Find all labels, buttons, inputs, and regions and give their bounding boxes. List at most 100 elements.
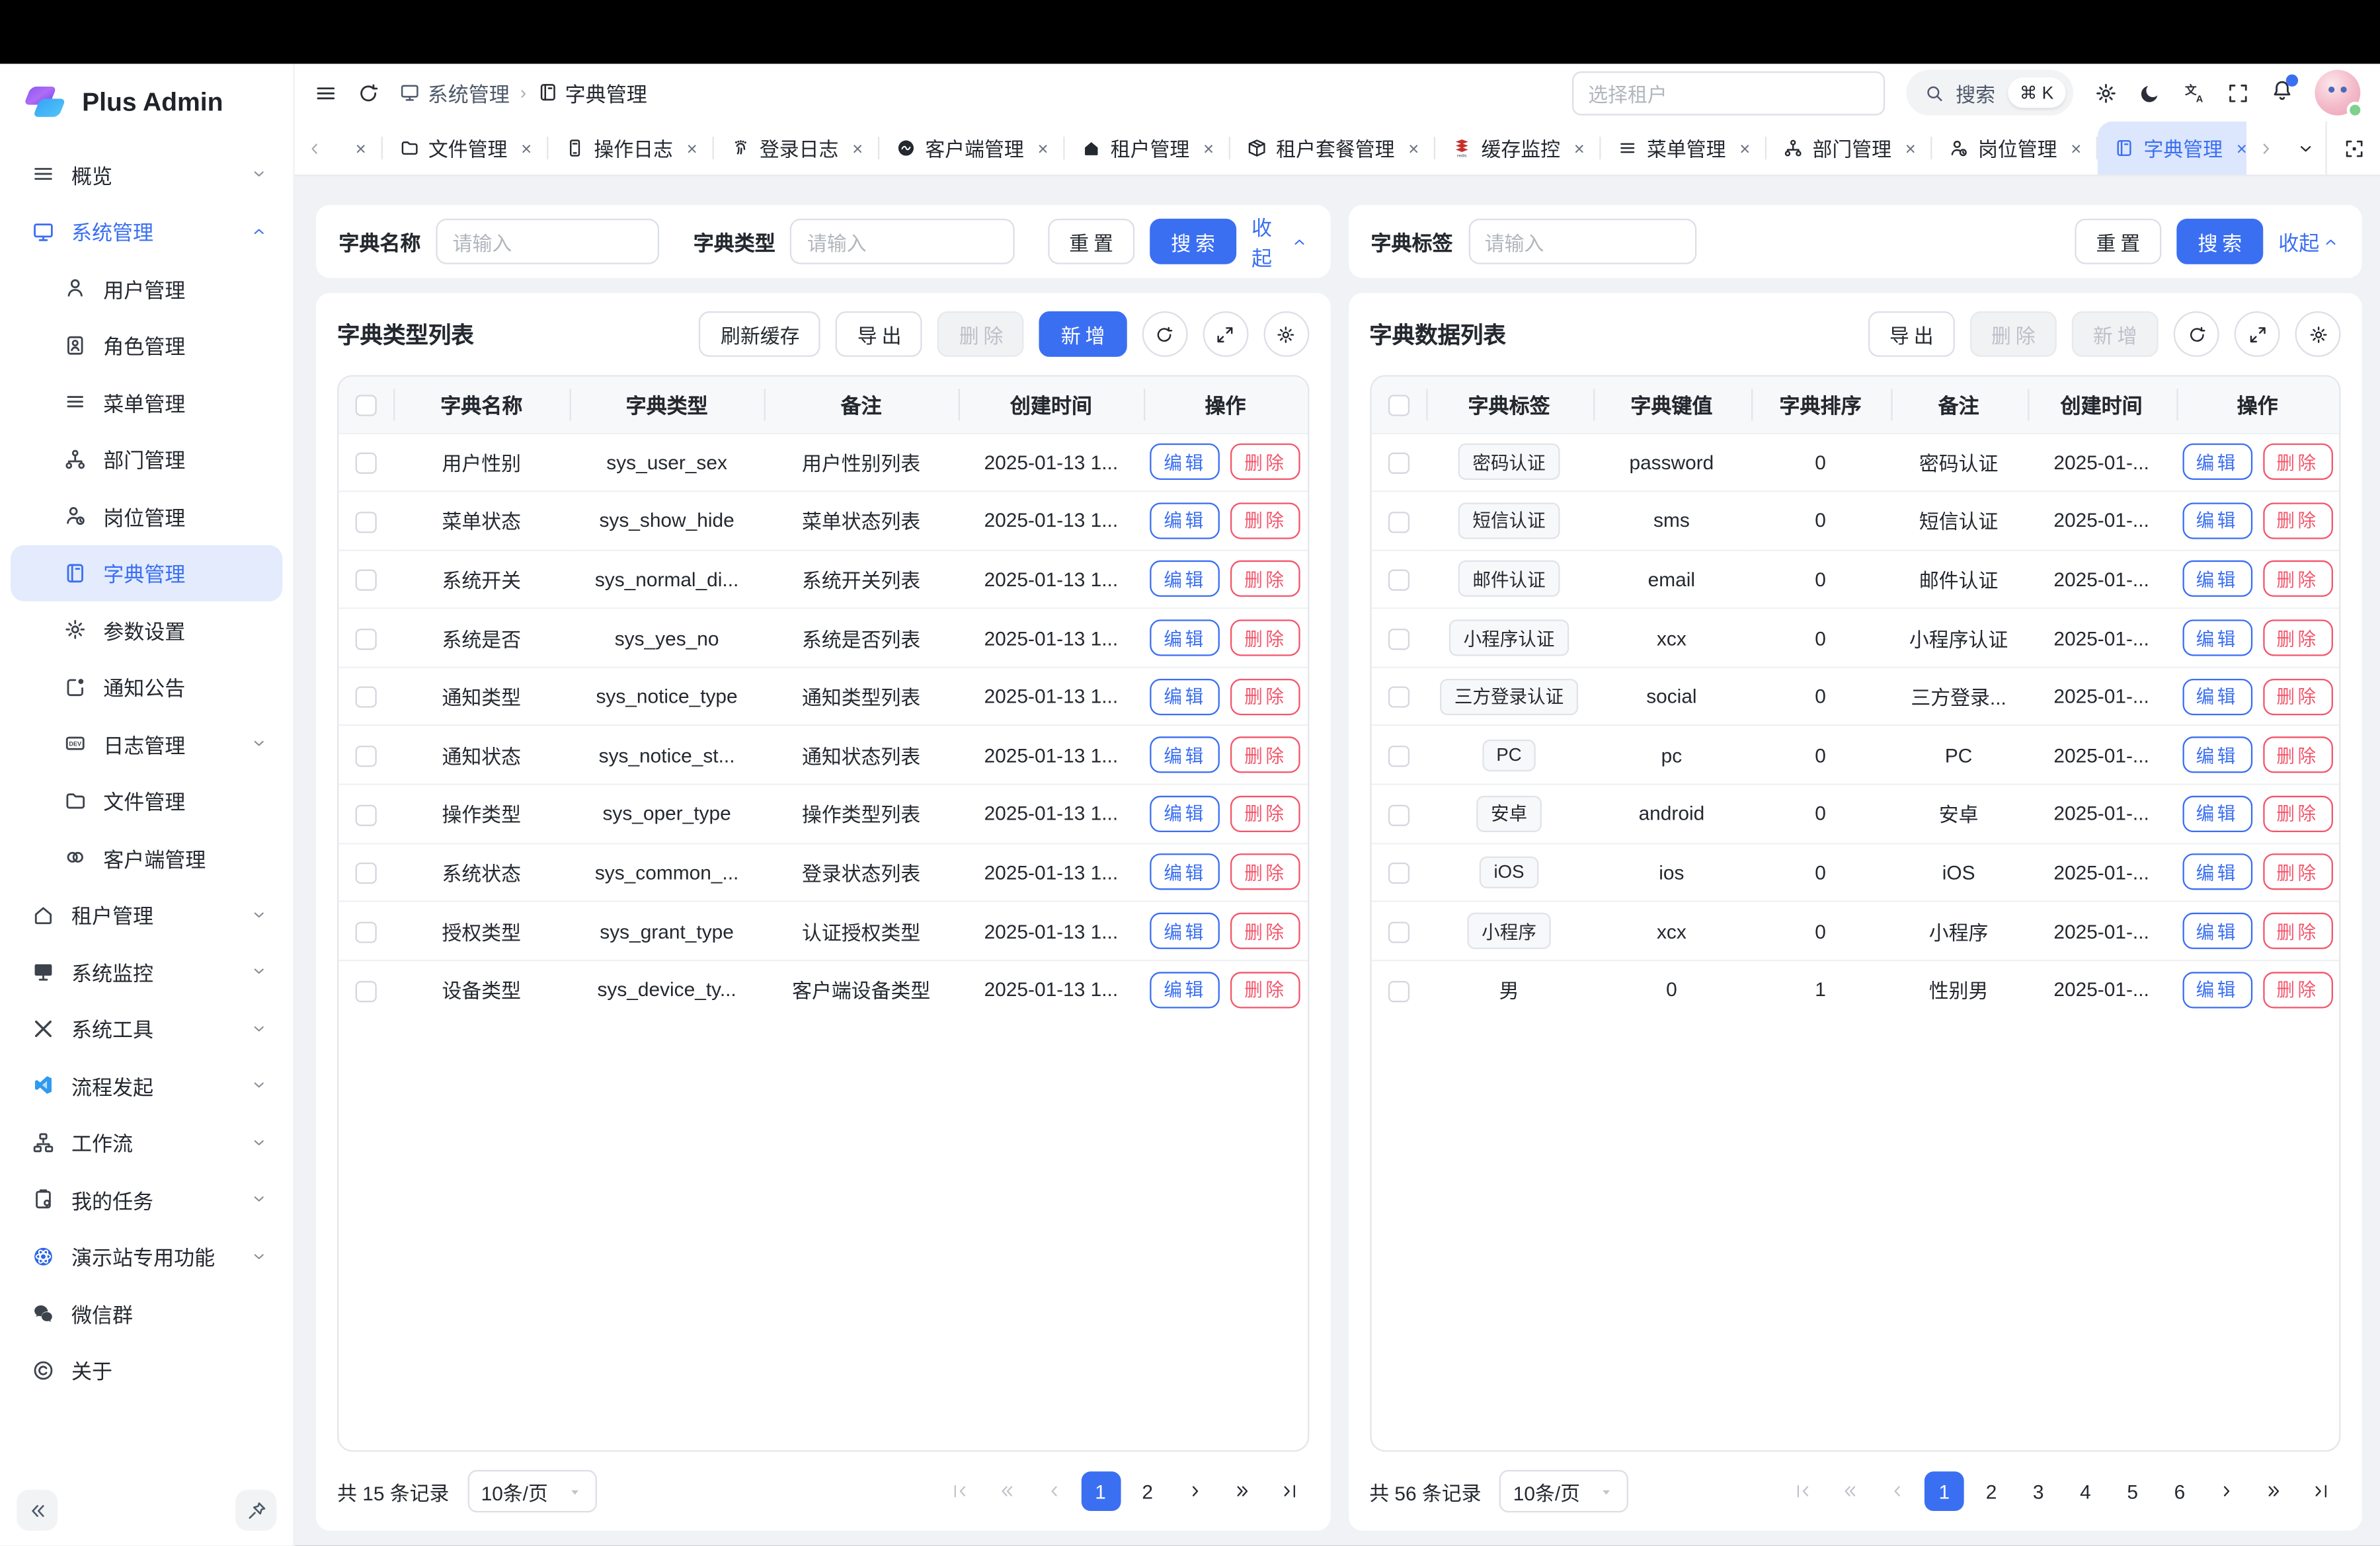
tab-close-icon[interactable]: × [1739, 137, 1750, 159]
tab-close-icon[interactable]: × [1203, 137, 1214, 159]
tenant-select-input[interactable]: 选择租户 [1571, 71, 1884, 115]
sidebar-item-dict-mgmt[interactable]: 字典管理 [11, 545, 282, 601]
page-next-button[interactable] [2207, 1471, 2246, 1511]
sidebar-item-param-settings[interactable]: 参数设置 [11, 601, 282, 658]
refresh-page-icon[interactable] [357, 81, 379, 104]
filter-input[interactable]: 请输入 [436, 219, 660, 264]
delete-button[interactable]: 删除 [2263, 620, 2333, 656]
sidebar-item-notice[interactable]: 通知公告 [11, 658, 282, 715]
page-next-button[interactable] [1175, 1471, 1214, 1511]
row-checkbox[interactable] [356, 687, 377, 709]
collapse-link[interactable]: 收起 [1251, 211, 1307, 272]
edit-button[interactable]: 编辑 [2182, 444, 2252, 481]
toolbar-button-刷新缓存[interactable]: 刷新缓存 [699, 311, 821, 357]
delete-button[interactable]: 删除 [1231, 854, 1301, 890]
edit-button[interactable]: 编辑 [2182, 678, 2252, 715]
tabs-dropdown-button[interactable] [2286, 122, 2326, 174]
row-checkbox[interactable] [1388, 863, 1409, 884]
edit-button[interactable]: 编辑 [2182, 561, 2252, 598]
delete-button[interactable]: 删除 [1231, 913, 1301, 949]
delete-button[interactable]: 删除 [2263, 972, 2333, 1008]
reset-button[interactable]: 重置 [1048, 219, 1134, 264]
sidebar-item-log-mgmt[interactable]: DEV日志管理 [11, 715, 282, 772]
edit-button[interactable]: 编辑 [1150, 502, 1220, 539]
reset-button[interactable]: 重置 [2075, 219, 2161, 264]
sidebar-item-tenant-mgmt[interactable]: 租户管理 [11, 886, 282, 943]
delete-button[interactable]: 删除 [1231, 444, 1301, 481]
search-button[interactable]: 搜索 [2176, 219, 2263, 264]
tab-close-icon[interactable]: × [1905, 137, 1916, 159]
expand-button[interactable] [2235, 311, 2280, 357]
sidebar-item-file-mgmt[interactable]: 文件管理 [11, 772, 282, 829]
sidebar-item-system-mgmt[interactable]: 系统管理 [11, 203, 282, 260]
delete-button[interactable]: 删除 [2263, 502, 2333, 539]
tab-close-icon[interactable]: × [521, 137, 532, 159]
edit-button[interactable]: 编辑 [2182, 502, 2252, 539]
edit-button[interactable]: 编辑 [1150, 561, 1220, 598]
edit-button[interactable]: 编辑 [2182, 854, 2252, 890]
sidebar-item-workflow[interactable]: 工作流 [11, 1114, 282, 1171]
refresh-button[interactable] [2174, 311, 2219, 357]
tab-menu-mgmt[interactable]: 菜单管理× [1601, 122, 1766, 174]
expand-button[interactable] [1202, 311, 1248, 357]
delete-button[interactable]: 删除 [1231, 678, 1301, 715]
delete-button[interactable]: 删除 [1231, 620, 1301, 656]
sidebar-pin-button[interactable] [235, 1490, 276, 1531]
tab-close-icon[interactable]: × [852, 137, 863, 159]
row-checkbox[interactable] [1388, 570, 1409, 591]
tab-close-icon[interactable]: × [1408, 137, 1419, 159]
tab-close-icon[interactable]: × [1574, 137, 1585, 159]
edit-button[interactable]: 编辑 [1150, 444, 1220, 481]
edit-button[interactable]: 编辑 [1150, 913, 1220, 949]
content-fullscreen-button[interactable] [2325, 122, 2380, 174]
filter-input[interactable]: 请输入 [791, 219, 1015, 264]
edit-button[interactable]: 编辑 [2182, 972, 2252, 1008]
row-checkbox[interactable] [356, 453, 377, 474]
sidebar-item-wechat-group[interactable]: 微信群 [11, 1285, 282, 1342]
tab-close-icon[interactable]: × [2237, 137, 2246, 159]
page-last-button[interactable] [2301, 1471, 2341, 1511]
edit-button[interactable]: 编辑 [2182, 620, 2252, 656]
breadcrumb-item[interactable]: 字典管理 [537, 77, 647, 108]
breadcrumb-item[interactable]: 系统管理 [399, 77, 510, 108]
row-checkbox[interactable] [356, 746, 377, 767]
filter-input[interactable]: 请输入 [1468, 219, 1696, 264]
user-avatar[interactable] [2315, 70, 2360, 116]
edit-button[interactable]: 编辑 [1150, 678, 1220, 715]
page-next-group-button[interactable] [2254, 1471, 2293, 1511]
edit-button[interactable]: 编辑 [1150, 972, 1220, 1008]
tab-file-mgmt[interactable]: 文件管理× [383, 122, 548, 174]
row-checkbox[interactable] [356, 629, 377, 650]
delete-button[interactable]: 删除 [1231, 561, 1301, 598]
search-button[interactable]: 搜索 [1150, 219, 1236, 264]
row-checkbox[interactable] [356, 863, 377, 884]
toolbar-button-导出[interactable]: 导出 [1868, 311, 1955, 357]
notification-bell-icon[interactable] [2271, 78, 2293, 107]
page-size-select[interactable]: 10条/页 [1499, 1470, 1628, 1512]
row-checkbox[interactable] [356, 512, 377, 533]
edit-button[interactable]: 编辑 [2182, 796, 2252, 832]
tab-post-mgmt[interactable]: 岗位管理× [1932, 122, 2098, 174]
page-last-button[interactable] [1269, 1471, 1309, 1511]
tabs-scroll-left-button[interactable] [295, 122, 335, 174]
row-checkbox[interactable] [356, 804, 377, 826]
tab-clipped[interactable]: × [334, 122, 383, 174]
sidebar-item-post-mgmt[interactable]: 岗位管理 [11, 487, 282, 544]
row-checkbox[interactable] [1388, 687, 1409, 709]
page-size-select[interactable]: 10条/页 [467, 1470, 596, 1512]
delete-button[interactable]: 删除 [1231, 972, 1301, 1008]
collapse-link[interactable]: 收起 [2278, 226, 2339, 256]
fullscreen-icon[interactable] [2227, 81, 2249, 104]
page-number-4[interactable]: 4 [2066, 1471, 2106, 1511]
page-number-3[interactable]: 3 [2018, 1471, 2058, 1511]
sidebar-item-menu-mgmt[interactable]: 菜单管理 [11, 373, 282, 430]
row-checkbox[interactable] [1388, 921, 1409, 943]
tab-tenant-package-mgmt[interactable]: 租户套餐管理× [1230, 122, 1435, 174]
delete-button[interactable]: 删除 [1231, 737, 1301, 773]
delete-button[interactable]: 删除 [1231, 796, 1301, 832]
sidebar-collapse-button[interactable] [17, 1490, 58, 1531]
tab-close-icon[interactable]: × [2071, 137, 2081, 159]
page-number-1[interactable]: 1 [1924, 1471, 1964, 1511]
toolbar-button-新增[interactable]: 新增 [1040, 311, 1127, 357]
sidebar-item-system-tools[interactable]: 系统工具 [11, 1000, 282, 1057]
